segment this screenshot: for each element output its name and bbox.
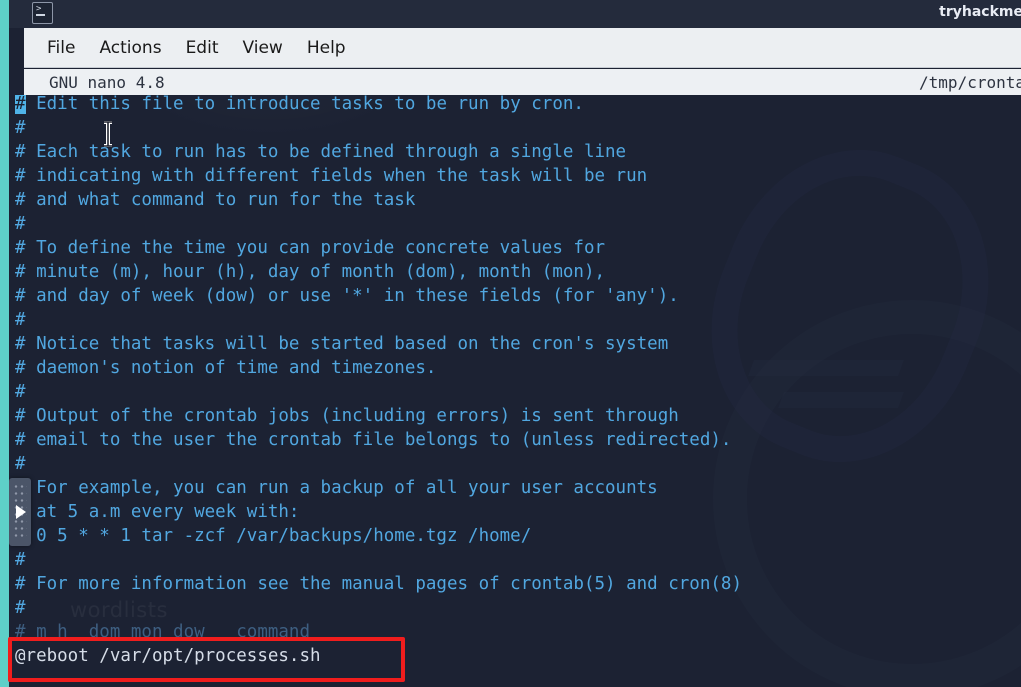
nano-line: # minute (m), hour (h), day of month (do… [15,262,606,282]
nano-line: # at 5 a.m every week with: [15,502,300,522]
menubar: File Actions Edit View Help [24,28,1021,68]
nano-line: # For more information see the manual pa… [15,574,742,594]
nano-line: # indicating with different fields when … [15,166,648,186]
nano-header-bar: GNU nano 4.8 /tmp/cronta [24,69,1021,95]
nano-line: # m h dom mon dow command [15,622,311,642]
nano-line: # Edit this file to introduce tasks to b… [15,95,584,114]
nano-line: # For example, you can run a backup of a… [15,478,658,498]
terminal-icon: > [32,2,53,24]
nano-line: # [15,454,26,474]
menu-item-actions[interactable]: Actions [87,36,173,60]
nano-line: # [15,382,26,402]
nano-line-text: Edit this file to introduce tasks to be … [25,95,584,114]
desktop-accent-strip [0,0,9,687]
menu-item-help[interactable]: Help [295,36,358,60]
menu-item-edit[interactable]: Edit [174,36,231,60]
menu-item-view[interactable]: View [230,36,294,60]
window-titlebar[interactable]: > tryhackme [9,0,1021,28]
nano-line: # and what command to run for the task [15,190,416,210]
nano-line: @reboot /var/opt/processes.sh [15,646,321,666]
nano-line: # email to the user the crontab file bel… [15,430,732,450]
nano-line: # 0 5 * * 1 tar -zcf /var/backups/home.t… [15,526,532,546]
nano-line: # [15,550,26,570]
nano-line: # Each task to run has to be defined thr… [15,142,627,162]
nano-version-label: GNU nano 4.8 [49,73,165,92]
nano-line: # [15,118,26,138]
nano-line: # and day of week (dow) or use '*' in th… [15,286,679,306]
nano-line: # [15,310,26,330]
menu-item-file[interactable]: File [35,36,87,60]
slide-out-panel-handle[interactable] [9,478,31,546]
nano-line: # Output of the crontab jobs (including … [15,406,679,426]
nano-line: # [15,214,26,234]
nano-line: # To define the time you can provide con… [15,238,606,258]
nano-text-area[interactable]: # Edit this file to introduce tasks to b… [9,95,1021,687]
text-cursor: # [15,95,26,114]
play-arrow-icon [16,505,26,519]
nano-line: # Notice that tasks will be started base… [15,334,669,354]
nano-filename-label: /tmp/cronta [919,73,1021,92]
window-title: tryhackme [939,4,1021,20]
nano-line: # [15,598,26,618]
nano-line: # daemon's notion of time and timezones. [15,358,437,378]
